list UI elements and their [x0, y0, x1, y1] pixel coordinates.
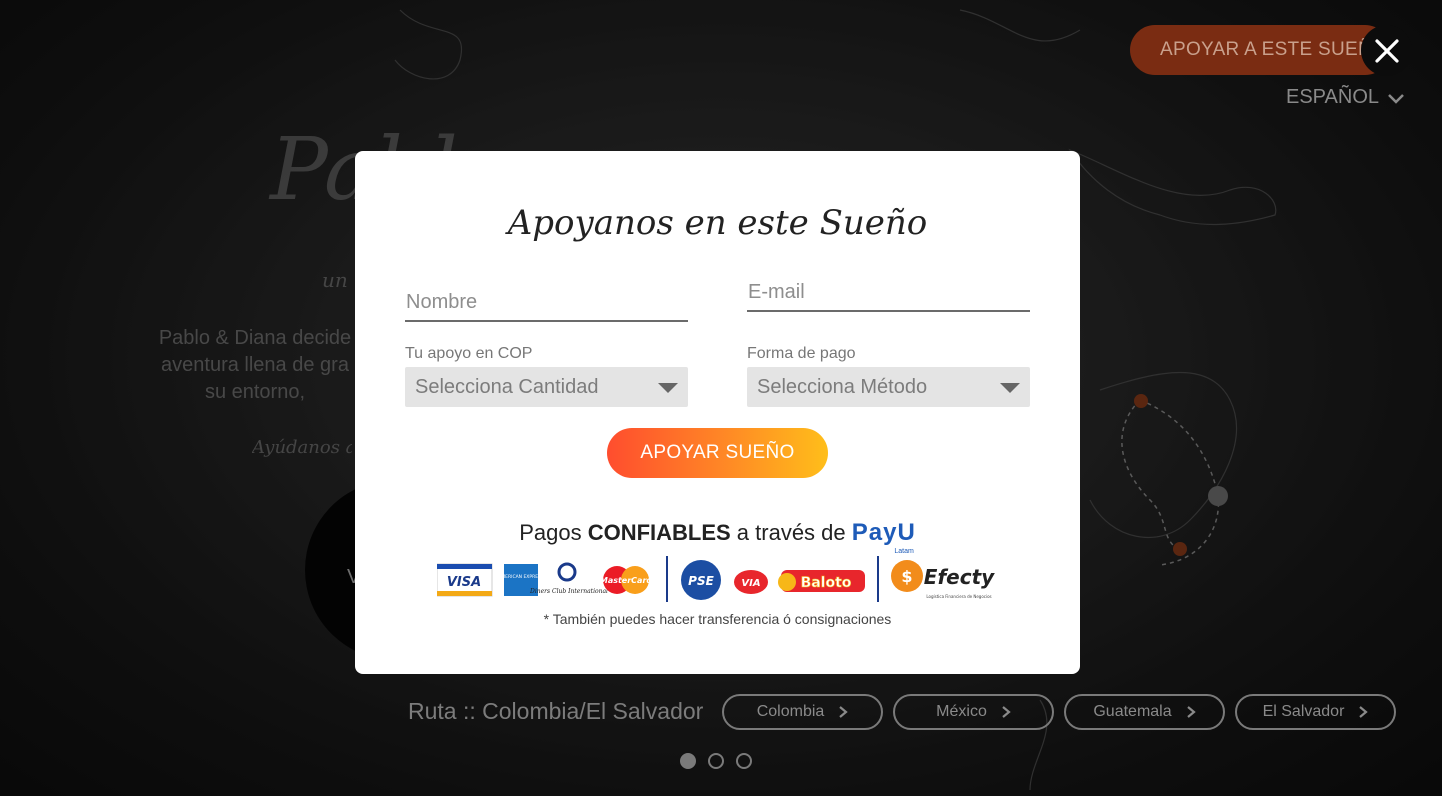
email-field	[747, 281, 1030, 312]
payments-prefix: Pagos	[519, 520, 588, 545]
chevron-right-icon	[1186, 706, 1196, 718]
support-modal: Apoyanos en este Sueño Tu apoyo en COP S…	[355, 151, 1080, 674]
efecty-logo: $ Efecty Logística Financiera de Negocio…	[891, 560, 995, 599]
route-label: Ruta :: Colombia/El Salvador	[408, 698, 704, 724]
efecty-sub-text: Logística Financiera de Negocios	[926, 594, 991, 599]
chevron-right-icon	[1359, 706, 1369, 718]
method-select-value: Selecciona Método	[757, 376, 928, 398]
amount-select[interactable]: Selecciona Cantidad	[405, 367, 688, 407]
language-label: ESPAÑOL	[1286, 86, 1379, 108]
visa-text: VISA	[447, 575, 481, 590]
carousel-dot[interactable]	[708, 753, 724, 769]
chevron-down-icon	[1388, 93, 1404, 104]
payu-brand: PayU	[851, 519, 916, 546]
country-label: México	[936, 703, 987, 720]
amex-text: AMERICAN EXPRESS	[498, 574, 544, 580]
via-text: VIA	[741, 578, 760, 589]
pse-logo: PSE	[681, 560, 721, 600]
diners-text: Diners Club International	[529, 588, 608, 595]
baloto-text: Baloto	[801, 575, 852, 591]
via-logo: VIA	[734, 570, 768, 594]
name-field	[405, 291, 688, 322]
mastercard-logo: MasterCard	[600, 566, 653, 594]
pse-text: PSE	[688, 574, 714, 588]
country-button-guatemala[interactable]: Guatemala	[1064, 694, 1225, 730]
visa-logo: VISA	[437, 563, 493, 597]
carousel-dots	[680, 753, 752, 769]
payments-trust-line: Pagos CONFIABLES a través de PayU Latam	[355, 519, 1080, 555]
transfer-note: * También puedes hacer transferencia ó c…	[543, 611, 892, 627]
mastercard-text: MasterCard	[600, 576, 653, 585]
country-label: Guatemala	[1093, 703, 1172, 720]
country-button-mexico[interactable]: México	[893, 694, 1054, 730]
payu-sub: Latam	[894, 548, 914, 555]
language-selector[interactable]: ESPAÑOL	[1286, 86, 1405, 109]
close-modal-button[interactable]	[1361, 25, 1412, 76]
carousel-dot[interactable]	[736, 753, 752, 769]
modal-title: Apoyanos en este Sueño	[507, 203, 928, 243]
svg-text:$: $	[901, 567, 912, 586]
dropdown-arrow-icon	[658, 383, 678, 393]
amount-select-value: Selecciona Cantidad	[415, 376, 599, 398]
amount-label: Tu apoyo en COP	[405, 345, 533, 362]
name-input[interactable]	[406, 291, 687, 314]
close-icon	[1374, 38, 1399, 63]
submit-support-button[interactable]: APOYAR SUEÑO	[607, 428, 828, 478]
country-label: El Salvador	[1262, 703, 1345, 720]
payment-logos: VISA AMERICAN EXPRESS Diners Club Intern…	[437, 556, 995, 602]
chevron-right-icon	[1002, 706, 1011, 718]
country-button-colombia[interactable]: Colombia	[722, 694, 883, 730]
support-dream-button[interactable]: APOYAR A ESTE SUEÑO	[1130, 25, 1390, 75]
chevron-right-icon	[839, 706, 849, 718]
baloto-logo: Baloto	[778, 570, 865, 592]
efecty-text: Efecty	[924, 565, 995, 589]
dropdown-arrow-icon	[1000, 383, 1020, 393]
method-select[interactable]: Selecciona Método	[747, 367, 1030, 407]
payments-suffix: a través de	[730, 520, 852, 545]
payments-bold: CONFIABLES	[587, 520, 731, 545]
payu-logo: PayU Latam	[851, 519, 916, 555]
method-label: Forma de pago	[747, 345, 856, 362]
country-button-el-salvador[interactable]: El Salvador	[1235, 694, 1396, 730]
email-input[interactable]	[748, 281, 1029, 304]
carousel-dot[interactable]	[680, 753, 696, 769]
country-label: Colombia	[756, 703, 825, 720]
